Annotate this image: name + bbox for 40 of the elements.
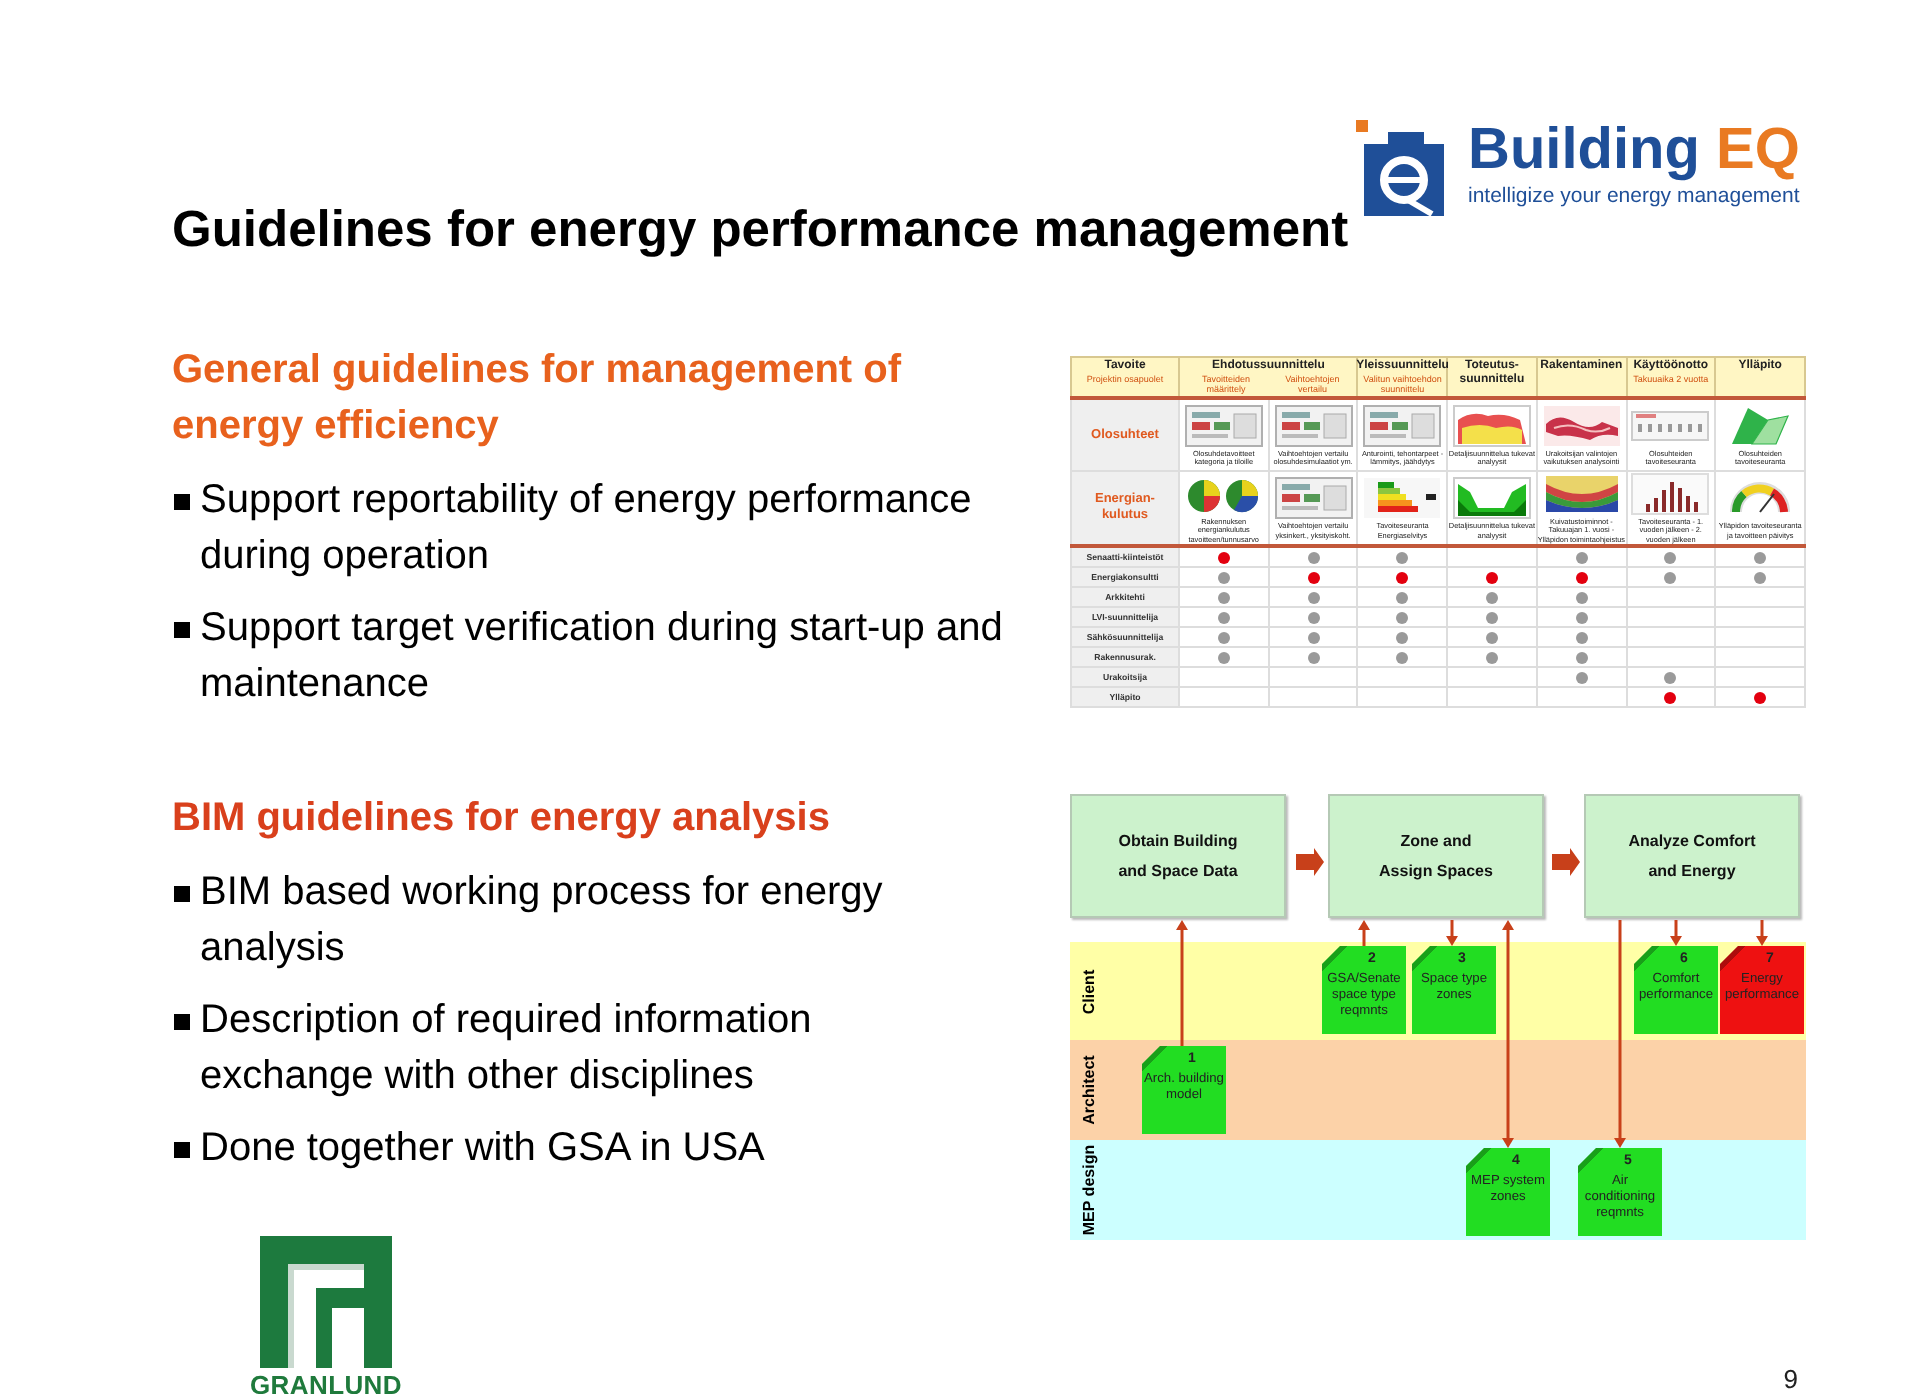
bullet-icon [174, 622, 190, 638]
process-step: Zone and Assign Spaces [1328, 794, 1544, 918]
energy-label-drawing [1362, 476, 1443, 521]
brand-name: Building [1468, 120, 1700, 180]
bullet-text: Support reportability of energy performance during operation [200, 476, 974, 582]
area-chart-thumbnail [1451, 476, 1532, 521]
process-step: Obtain Building and Space Data [1070, 794, 1286, 918]
section-heading: General guidelines for management of energy efficiency [172, 346, 904, 452]
arrow [1756, 920, 1768, 946]
process-step: Analyze Comfort and Energy [1584, 794, 1800, 918]
brand-name: EQ [1715, 120, 1800, 180]
bullet-icon [174, 1014, 190, 1030]
logo-icon [260, 1236, 392, 1368]
arrow [1446, 920, 1458, 946]
arrow [1358, 920, 1370, 946]
bullet-text: Description of required information exchange with other disciplines [200, 996, 814, 1102]
lane-label: MEP design [1080, 1144, 1100, 1236]
bullet-icon [174, 886, 190, 902]
lane-label: Client [1080, 969, 1100, 1015]
brand-name: GRANLUND [250, 1372, 402, 1394]
arrow [1670, 920, 1682, 946]
block-arrow [1296, 848, 1324, 876]
area-chart-thumbnail [1541, 403, 1622, 448]
bullet-icon [174, 1142, 190, 1158]
screenshot-thumbnail [1362, 403, 1443, 448]
section-heading: BIM guidelines for energy analysis [172, 794, 832, 844]
bullet-text: Done together with GSA in USA [200, 1124, 767, 1174]
lane-label: Architect [1080, 1055, 1100, 1125]
screenshot-thumbnail [1183, 403, 1264, 448]
stacked-chart-thumbnail [1541, 472, 1622, 516]
logo-icon [1356, 120, 1444, 216]
area-chart-thumbnail [1451, 403, 1532, 448]
bullet-text: BIM based working process for energy analysis [200, 868, 885, 974]
bullet-icon [174, 494, 190, 510]
brand-tagline: intelligize your energy management [1468, 184, 1800, 208]
slide-title: Guidelines for energy performance management [172, 200, 1349, 260]
block-arrow [1552, 848, 1580, 876]
page-number: 9 [1783, 1366, 1798, 1394]
bullet-text: Support target verification during start-up and maintenance [200, 604, 1005, 710]
arrow [1176, 920, 1188, 1046]
